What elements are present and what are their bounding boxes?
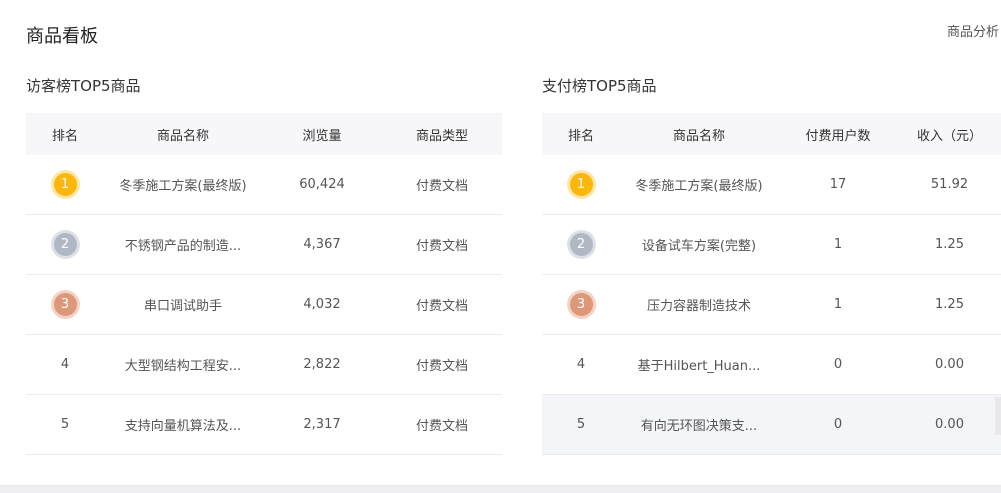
product-name: 有向无环图决策支... bbox=[620, 394, 778, 455]
column-header-product-name: 商品名称 bbox=[104, 113, 262, 155]
table-header-row: 排名 商品名称 付费用户数 收入（元） bbox=[542, 113, 1001, 155]
table-row[interactable]: 1 冬季施工方案(最终版) 60,424 付费文档 bbox=[26, 155, 502, 215]
table-row-hovered[interactable]: 5 有向无环图决策支... 0 0.00 bbox=[542, 394, 1001, 455]
product-name: 不锈钢产品的制造... bbox=[104, 214, 262, 275]
table-row[interactable]: 2 不锈钢产品的制造... 4,367 付费文档 bbox=[26, 214, 502, 275]
gold-rank-badge: 1 bbox=[569, 173, 593, 196]
bronze-rank-badge: 3 bbox=[53, 293, 77, 316]
column-header-product-type: 商品类型 bbox=[382, 113, 502, 155]
paying-user-count: 0 bbox=[778, 334, 898, 395]
column-header-product-name: 商品名称 bbox=[620, 113, 778, 155]
table-header-row: 排名 商品名称 浏览量 商品类型 bbox=[26, 113, 502, 155]
view-count: 60,424 bbox=[262, 155, 382, 215]
column-header-rank: 排名 bbox=[26, 113, 104, 155]
payment-ranking-table: 排名 商品名称 付费用户数 收入（元） 1 冬季施工方案(最终版) 17 51.… bbox=[542, 113, 1001, 455]
product-name: 冬季施工方案(最终版) bbox=[104, 155, 262, 215]
payment-ranking-title: 支付榜TOP5商品 bbox=[542, 77, 657, 95]
product-name: 串口调试助手 bbox=[104, 274, 262, 335]
visitor-ranking-title: 访客榜TOP5商品 bbox=[26, 77, 141, 95]
income-amount: 51.92 bbox=[898, 155, 1001, 215]
product-name: 基于Hilbert_Huan... bbox=[620, 334, 778, 395]
table-row[interactable]: 1 冬季施工方案(最终版) 17 51.92 bbox=[542, 155, 1001, 215]
product-name: 支持向量机算法及... bbox=[104, 394, 262, 455]
view-count: 2,822 bbox=[262, 334, 382, 395]
product-name: 压力容器制造技术 bbox=[620, 274, 778, 335]
income-amount: 0.00 bbox=[898, 334, 1001, 395]
view-count: 2,317 bbox=[262, 394, 382, 455]
product-type: 付费文档 bbox=[382, 334, 502, 395]
column-header-rank: 排名 bbox=[542, 113, 620, 155]
paying-user-count: 1 bbox=[778, 214, 898, 275]
silver-rank-badge: 2 bbox=[53, 233, 77, 256]
rank-number: 5 bbox=[576, 417, 586, 432]
paying-user-count: 17 bbox=[778, 155, 898, 215]
column-header-views: 浏览量 bbox=[262, 113, 382, 155]
income-amount: 1.25 bbox=[898, 214, 1001, 275]
silver-rank-badge: 2 bbox=[569, 233, 593, 256]
column-header-paying-users: 付费用户数 bbox=[778, 113, 898, 155]
bronze-rank-badge: 3 bbox=[569, 293, 593, 316]
table-row[interactable]: 3 串口调试助手 4,032 付费文档 bbox=[26, 274, 502, 335]
paying-user-count: 1 bbox=[778, 274, 898, 335]
product-type: 付费文档 bbox=[382, 394, 502, 455]
view-count: 4,367 bbox=[262, 214, 382, 275]
product-name: 冬季施工方案(最终版) bbox=[620, 155, 778, 215]
view-count: 4,032 bbox=[262, 274, 382, 335]
paying-user-count: 0 bbox=[778, 394, 898, 455]
page-title: 商品看板 bbox=[26, 26, 98, 47]
income-amount: 1.25 bbox=[898, 274, 1001, 335]
column-header-income: 收入（元） bbox=[898, 113, 1001, 155]
product-type: 付费文档 bbox=[382, 214, 502, 275]
rank-number: 5 bbox=[60, 417, 70, 432]
visitor-ranking-table: 排名 商品名称 浏览量 商品类型 1 冬季施工方案(最终版) 60,424 付费… bbox=[26, 113, 502, 455]
table-row[interactable]: 3 压力容器制造技术 1 1.25 bbox=[542, 274, 1001, 335]
table-row[interactable]: 4 大型钢结构工程安... 2,822 付费文档 bbox=[26, 334, 502, 395]
table-row[interactable]: 5 支持向量机算法及... 2,317 付费文档 bbox=[26, 394, 502, 455]
product-dashboard-card: 商品看板 商品分析 访客榜TOP5商品 排名 商品名称 浏览量 商品类型 1 冬… bbox=[0, 0, 1001, 485]
rank-number: 4 bbox=[60, 357, 70, 372]
table-row[interactable]: 4 基于Hilbert_Huan... 0 0.00 bbox=[542, 334, 1001, 395]
income-amount: 0.00 bbox=[898, 394, 1001, 455]
product-name: 设备试车方案(完整) bbox=[620, 214, 778, 275]
table-row[interactable]: 2 设备试车方案(完整) 1 1.25 bbox=[542, 214, 1001, 275]
rank-number: 4 bbox=[576, 357, 586, 372]
product-analysis-link[interactable]: 商品分析 bbox=[947, 21, 999, 40]
product-name: 大型钢结构工程安... bbox=[104, 334, 262, 395]
horizontal-scroll-handle[interactable] bbox=[995, 397, 1001, 435]
product-type: 付费文档 bbox=[382, 155, 502, 215]
gold-rank-badge: 1 bbox=[53, 173, 77, 196]
product-type: 付费文档 bbox=[382, 274, 502, 335]
